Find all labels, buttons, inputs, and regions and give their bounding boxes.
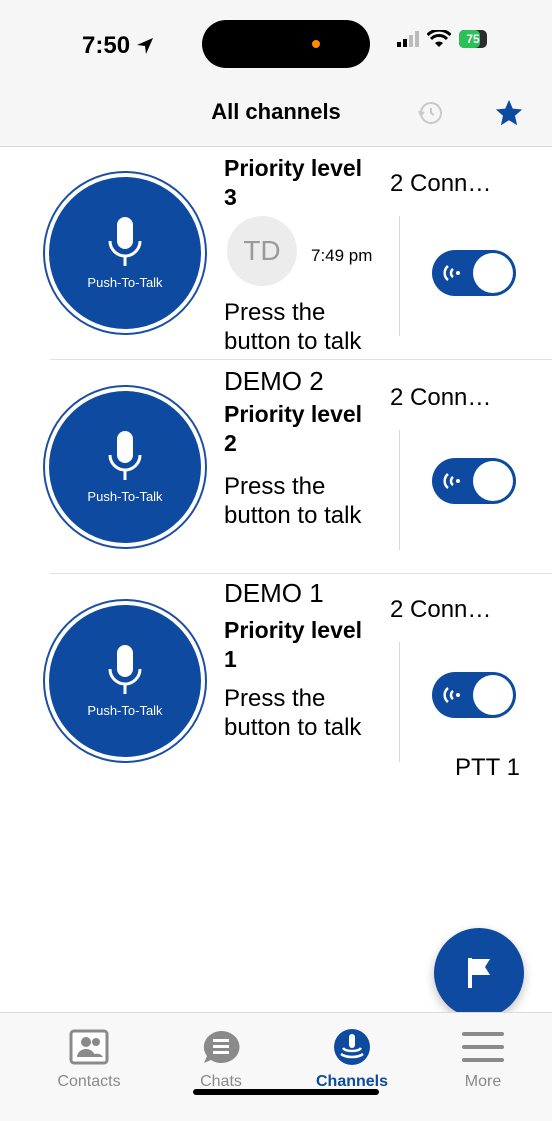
toggle-knob [473,461,513,501]
tab-chats[interactable]: Chats [152,1013,290,1091]
wifi-icon [427,30,451,47]
tab-channels[interactable]: Channels [283,1013,421,1091]
tab-more[interactable]: More [414,1013,552,1091]
connections-count: 2 Conn… [390,170,492,197]
status-time: 7:50 [82,32,154,60]
cellular-signal-icon [397,31,419,47]
push-to-talk-button[interactable]: Push-To-Talk [43,599,207,763]
channel-toggle[interactable] [432,250,516,296]
channel-name: DEMO 1 [224,578,324,608]
flag-action-button[interactable] [434,928,524,1018]
channel-priority: Priority level 3 [224,155,363,210]
channels-icon [334,1029,370,1065]
broadcast-icon [443,265,460,281]
home-indicator [193,1089,379,1095]
channel-toggle[interactable] [432,672,516,718]
battery-icon: 75 [459,30,487,48]
push-to-talk-button[interactable]: Push-To-Talk [43,171,207,335]
microphone-icon [108,216,142,266]
location-arrow-icon [137,38,154,54]
channel-status: Press the button to talk [224,685,362,741]
microphone-icon [108,430,142,480]
channel-priority: Priority level 2 [224,401,363,456]
channel-toggle[interactable] [432,458,516,504]
push-to-talk-button[interactable]: Push-To-Talk [43,385,207,549]
history-icon[interactable] [416,98,446,128]
menu-icon [462,1032,504,1062]
broadcast-icon [443,687,460,703]
channel-name: DEMO 2 [224,366,324,396]
flag-icon [468,958,490,988]
broadcast-icon [443,473,460,489]
microphone-icon [108,644,142,694]
row-separator [399,430,400,550]
toggle-knob [473,675,513,715]
channel-status: Press the button to talk [224,473,362,529]
tab-label: More [464,1073,502,1090]
battery-level: 75 [466,32,480,46]
connections-count: 2 Conn… [390,596,492,623]
mic-indicator-dot [312,40,320,48]
ptt-label: Push-To-Talk [87,702,163,718]
tab-bar: Contacts Chats Channels More [0,1012,552,1121]
toggle-knob [473,253,513,293]
top-bar: 7:50 75 All channels [0,0,552,147]
tab-label: Contacts [57,1073,121,1090]
ptt-label: Push-To-Talk [87,274,163,290]
tab-contacts[interactable]: Contacts [20,1013,158,1091]
dynamic-island [202,20,370,68]
channel-status: Press the button to talk [224,299,362,355]
connections-count: 2 Conn… [390,384,492,411]
avatar: TD [227,216,297,286]
page-title: All channels [211,99,341,124]
last-message-time: 7:49 pm [311,246,373,265]
chats-icon [203,1030,240,1063]
contacts-icon [69,1029,109,1065]
status-icons: 75 [397,30,487,48]
channel-row[interactable]: Push-To-Talk DEMO 2 Priority level 2 2 C… [0,360,552,574]
row-separator [399,642,400,762]
status-time-text: 7:50 [82,32,131,59]
favorites-star-icon[interactable] [494,98,524,128]
channel-priority: Priority level 1 [224,617,363,672]
row-separator [399,216,400,336]
ptt-label: Push-To-Talk [87,488,163,504]
ptt-device-name: PTT 1 [455,754,520,781]
